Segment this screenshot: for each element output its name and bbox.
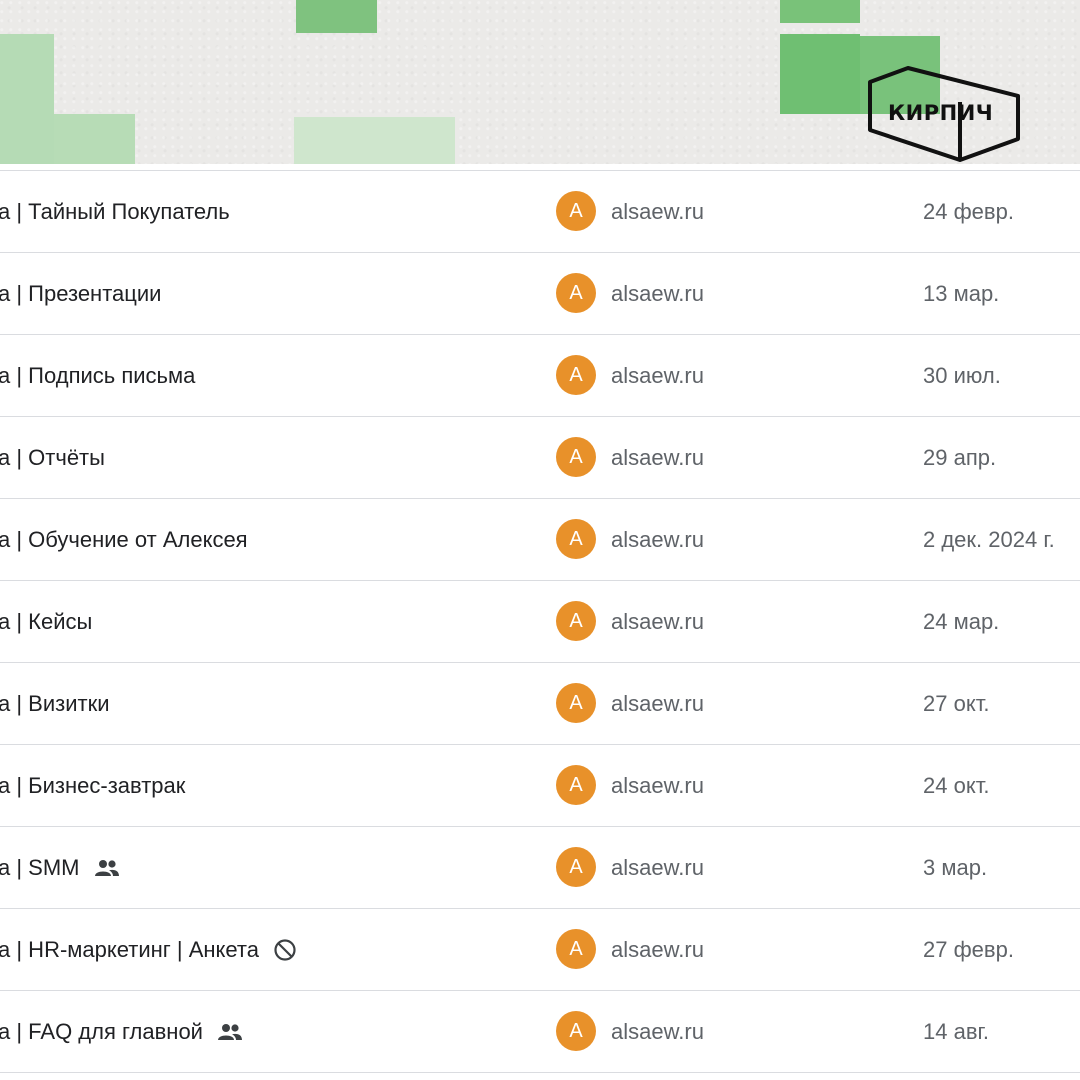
green-tile [780,0,860,23]
modified-date: 2 дек. 2024 г. [923,527,1055,552]
owner-avatar[interactable]: A [556,355,596,395]
file-title: а | HR-маркетинг | Анкета [0,909,297,990]
file-row[interactable]: а | Презентации Aalsaew.ru 13 мар. [0,253,1080,335]
file-row[interactable]: а | Обучение от Алексея Aalsaew.ru 2 дек. … [0,499,1080,581]
file-title: а | FAQ для главной [0,991,243,1072]
owner-avatar[interactable]: A [556,519,596,559]
header-banner: КИРПИЧ [0,0,1080,164]
file-title: а | Подпись письма [0,335,195,416]
file-title-text: а | Презентации [0,281,162,306]
file-row[interactable]: а | FAQ для главной Aalsaew.ru 14 авг. [0,991,1080,1073]
file-title: а | Презентации [0,253,161,334]
blocked-icon [273,938,297,962]
logo-text: КИРПИЧ [888,101,994,125]
green-tile [54,114,135,164]
modified-date: 24 окт. [923,773,990,798]
modified-date: 27 февр. [923,937,1014,962]
file-title-text: а | SMM [0,855,80,880]
green-tile [294,117,455,164]
file-row[interactable]: а | Визитки Aalsaew.ru 27 окт. [0,663,1080,745]
owner-name: alsaew.ru [611,691,704,716]
owner-name: alsaew.ru [611,609,704,634]
owner-avatar[interactable]: A [556,273,596,313]
file-title: а | Тайный Покупатель [0,171,230,252]
owner-name: alsaew.ru [611,855,704,880]
file-row[interactable]: а | Тайный Покупатель Aalsaew.ru 24 февр. [0,171,1080,253]
file-title-text: а | Обучение от Алексея [0,527,248,552]
file-row[interactable]: а | HR-маркетинг | Анкета Aalsaew.ru 27 фе… [0,909,1080,991]
file-list: а | Тайный Покупатель Aalsaew.ru 24 февр. а… [0,170,1080,1073]
file-row[interactable]: а | SMM Aalsaew.ru 3 мар. [0,827,1080,909]
file-title: а | SMM [0,827,120,908]
green-tile [780,34,860,114]
modified-date: 29 апр. [923,445,997,470]
owner-name: alsaew.ru [611,527,704,552]
file-title-text: а | Визитки [0,691,110,716]
file-title-text: а | Отчёты [0,445,105,470]
file-title: а | Отчёты [0,417,105,498]
owner-avatar[interactable]: A [556,765,596,805]
file-title-text: а | Тайный Покупатель [0,199,230,224]
file-title: а | Обучение от Алексея [0,499,248,580]
owner-name: alsaew.ru [611,445,704,470]
file-row[interactable]: а | Подпись письма Aalsaew.ru 30 июл. [0,335,1080,417]
owner-avatar[interactable]: A [556,847,596,887]
owner-name: alsaew.ru [611,773,704,798]
shared-people-icon [217,1023,243,1041]
owner-name: alsaew.ru [611,937,704,962]
owner-avatar[interactable]: A [556,191,596,231]
file-row[interactable]: а | Кейсы Aalsaew.ru 24 мар. [0,581,1080,663]
owner-avatar[interactable]: A [556,437,596,477]
file-row[interactable]: а | Бизнес-завтрак Aalsaew.ru 24 окт. [0,745,1080,827]
file-title-text: а | HR-маркетинг | Анкета [0,937,259,962]
modified-date: 24 февр. [923,199,1014,224]
file-title-text: а | Подпись письма [0,363,196,388]
file-title: а | Бизнес-завтрак [0,745,185,826]
green-tile [296,0,377,33]
owner-avatar[interactable]: A [556,601,596,641]
file-row[interactable]: а | Отчёты Aalsaew.ru 29 апр. [0,417,1080,499]
file-title: а | Визитки [0,663,110,744]
modified-date: 24 мар. [923,609,1000,634]
owner-avatar[interactable]: A [556,683,596,723]
shared-people-icon [94,859,120,877]
owner-avatar[interactable]: A [556,1011,596,1051]
file-title-text: а | Кейсы [0,609,93,634]
green-tile [0,34,54,164]
file-title: а | Кейсы [0,581,92,662]
modified-date: 27 окт. [923,691,990,716]
owner-name: alsaew.ru [611,281,704,306]
owner-name: alsaew.ru [611,1019,704,1044]
modified-date: 3 мар. [923,855,988,880]
modified-date: 30 июл. [923,363,1001,388]
modified-date: 13 мар. [923,281,1000,306]
modified-date: 14 авг. [923,1019,989,1044]
owner-name: alsaew.ru [611,199,704,224]
file-title-text: а | FAQ для главной [0,1019,203,1044]
file-title-text: а | Бизнес-завтрак [0,773,186,798]
owner-avatar[interactable]: A [556,929,596,969]
owner-name: alsaew.ru [611,363,704,388]
